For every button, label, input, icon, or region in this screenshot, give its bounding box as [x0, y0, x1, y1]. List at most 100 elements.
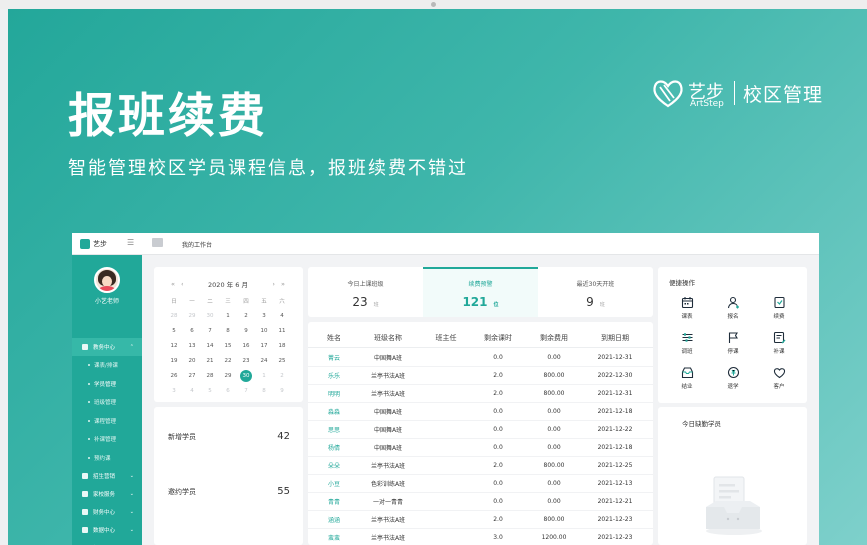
calendar-day[interactable]: 12	[165, 338, 183, 353]
calendar-day[interactable]: 8	[219, 323, 237, 338]
avatar[interactable]	[94, 267, 120, 293]
table-row[interactable]: 涵涵 兰亭书法A班 2.0 800.00 2021-12-23	[308, 511, 653, 529]
quick-action-button[interactable]: 停课	[710, 328, 756, 363]
calendar-day[interactable]: 30	[237, 368, 255, 383]
calendar-day[interactable]: 4	[183, 383, 201, 398]
calendar-day[interactable]: 9	[237, 323, 255, 338]
calendar-day[interactable]: 24	[255, 353, 273, 368]
sidebar-item[interactable]: 预约课	[72, 449, 142, 468]
menu-toggle-icon[interactable]: ☰	[127, 238, 134, 247]
quick-action-button[interactable]: 课表	[664, 293, 710, 328]
calendar-day[interactable]: 29	[183, 308, 201, 323]
sidebar-group[interactable]: 招生营销 ⌄	[72, 467, 142, 485]
student-name-link[interactable]: 菁云	[314, 349, 354, 366]
sidebar-group[interactable]: 家校服务 ⌄	[72, 485, 142, 503]
calendar-day[interactable]: 13	[183, 338, 201, 353]
sidebar-group[interactable]: 教务中心 ⌃	[72, 338, 142, 356]
table-row[interactable]: 菁云 中国舞A班 0.0 0.00 2021-12-31	[308, 349, 653, 367]
student-name-link[interactable]: 淼淼	[314, 403, 354, 420]
table-row[interactable]: 思思 中国舞A班 0.0 0.00 2021-12-22	[308, 421, 653, 439]
screen-icon[interactable]	[152, 238, 163, 247]
calendar-day[interactable]: 7	[201, 323, 219, 338]
prev-year-button[interactable]: «	[171, 280, 175, 288]
sidebar-item[interactable]: 课程管理	[72, 412, 142, 431]
calendar-day[interactable]: 11	[273, 323, 291, 338]
student-name-link[interactable]: 杨倩	[314, 439, 354, 456]
quick-action-button[interactable]: 退学	[710, 363, 756, 398]
calendar-day[interactable]: 6	[219, 383, 237, 398]
sidebar-item[interactable]: 课表/排课	[72, 356, 142, 375]
next-year-button[interactable]: »	[281, 280, 285, 288]
prev-month-button[interactable]: ‹	[181, 280, 184, 288]
calendar-day[interactable]: 16	[237, 338, 255, 353]
calendar-day[interactable]: 1	[255, 368, 273, 383]
summary-tab[interactable]: 续费预警 121 位	[423, 267, 538, 317]
calendar-day[interactable]: 4	[273, 308, 291, 323]
calendar-day[interactable]: 18	[273, 338, 291, 353]
stat-invited-students[interactable]: 邀约学员 55	[168, 486, 290, 497]
quick-action-button[interactable]: 报名	[710, 293, 756, 328]
calendar-day[interactable]: 8	[255, 383, 273, 398]
calendar-day[interactable]: 10	[255, 323, 273, 338]
calendar-day[interactable]: 7	[237, 383, 255, 398]
sidebar-item[interactable]: 补课管理	[72, 430, 142, 449]
calendar-day[interactable]: 2	[273, 368, 291, 383]
stat-new-students[interactable]: 新增学员 42	[168, 431, 290, 442]
quick-action-button[interactable]: 结业	[664, 363, 710, 398]
sidebar-item[interactable]: 学员管理	[72, 375, 142, 394]
student-name-link[interactable]: 蛮蛮	[314, 529, 354, 545]
table-row[interactable]: 乐乐 兰亭书法A班 2.0 800.00 2022-12-30	[308, 367, 653, 385]
student-name-link[interactable]: 涵涵	[314, 511, 354, 528]
sidebar-group[interactable]: 财务中心 ⌄	[72, 503, 142, 521]
calendar-day[interactable]: 28	[165, 308, 183, 323]
calendar-day[interactable]: 26	[165, 368, 183, 383]
sidebar-group[interactable]: 数据中心 ⌄	[72, 521, 142, 539]
calendar-day[interactable]: 9	[273, 383, 291, 398]
calendar-day[interactable]: 23	[237, 353, 255, 368]
calendar-day[interactable]: 5	[201, 383, 219, 398]
summary-tab[interactable]: 今日上课班级 23 班	[308, 267, 423, 317]
user-add-icon	[727, 296, 739, 309]
calendar-day[interactable]: 6	[183, 323, 201, 338]
calendar-day[interactable]: 3	[165, 383, 183, 398]
quick-action-button[interactable]: 续费	[756, 293, 802, 328]
calendar-day[interactable]: 1	[219, 308, 237, 323]
calendar-day[interactable]: 5	[165, 323, 183, 338]
calendar-day[interactable]: 2	[237, 308, 255, 323]
student-name-link[interactable]: 朵朵	[314, 457, 354, 474]
next-month-button[interactable]: ›	[272, 280, 275, 288]
calendar-day[interactable]: 17	[255, 338, 273, 353]
calendar-day[interactable]: 20	[183, 353, 201, 368]
student-name-link[interactable]: 思思	[314, 421, 354, 438]
quick-action-button[interactable]: 调班	[664, 328, 710, 363]
table-row[interactable]: 蛮蛮 兰亭书法A班 3.0 1200.00 2021-12-23	[308, 529, 653, 545]
calendar-day[interactable]: 29	[219, 368, 237, 383]
table-row[interactable]: 明明 兰亭书法A班 2.0 800.00 2021-12-31	[308, 385, 653, 403]
calendar-day[interactable]: 21	[201, 353, 219, 368]
table-row[interactable]: 淼淼 中国舞A班 0.0 0.00 2021-12-18	[308, 403, 653, 421]
table-cell: 兰亭书法A班	[370, 535, 406, 542]
calendar-day[interactable]: 25	[273, 353, 291, 368]
summary-tab[interactable]: 最近30天开班 9 班	[538, 267, 653, 317]
table-cell: 中国舞A班	[373, 355, 403, 362]
calendar-day[interactable]: 3	[255, 308, 273, 323]
sidebar-item[interactable]: 班级管理	[72, 393, 142, 412]
quick-action-button[interactable]: 补课	[756, 328, 802, 363]
calendar-day[interactable]: 27	[183, 368, 201, 383]
student-name-link[interactable]: 乐乐	[314, 367, 354, 384]
table-row[interactable]: 杨倩 中国舞A班 0.0 0.00 2021-12-18	[308, 439, 653, 457]
table-row[interactable]: 青青 一对一青青 0.0 0.00 2021-12-21	[308, 493, 653, 511]
table-row[interactable]: 朵朵 兰亭书法A班 2.0 800.00 2021-12-25	[308, 457, 653, 475]
calendar-day[interactable]: 30	[201, 308, 219, 323]
calendar-day[interactable]: 22	[219, 353, 237, 368]
sidebar-group[interactable]: 机构中心⌄	[72, 539, 142, 545]
calendar-day[interactable]: 15	[219, 338, 237, 353]
student-name-link[interactable]: 小豆	[314, 475, 354, 492]
calendar-day[interactable]: 19	[165, 353, 183, 368]
student-name-link[interactable]: 青青	[314, 493, 354, 510]
table-row[interactable]: 小豆 色彩训练A班 0.0 0.00 2021-12-13	[308, 475, 653, 493]
calendar-day[interactable]: 14	[201, 338, 219, 353]
quick-action-button[interactable]: 客户	[756, 363, 802, 398]
calendar-day[interactable]: 28	[201, 368, 219, 383]
student-name-link[interactable]: 明明	[314, 385, 354, 402]
